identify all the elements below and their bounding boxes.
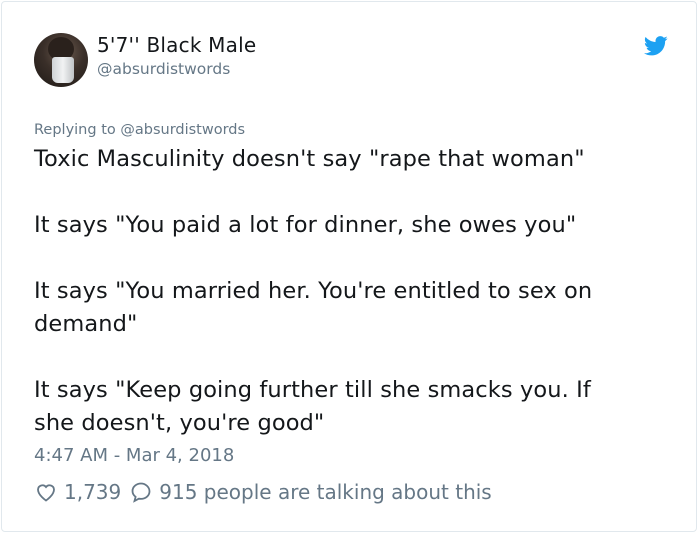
talking-about-link[interactable]: 915 people are talking about this bbox=[159, 480, 491, 504]
tweet-text-line: Toxic Masculinity doesn't say "rape that… bbox=[34, 146, 585, 172]
tweet-card: 5'7'' Black Male @absurdistwords Replyin… bbox=[1, 1, 697, 532]
twitter-bird-icon[interactable] bbox=[644, 36, 668, 56]
like-count[interactable]: 1,739 bbox=[64, 480, 121, 504]
replying-to[interactable]: Replying to @absurdistwords bbox=[34, 122, 245, 138]
tweet-text-line: demand" bbox=[34, 311, 138, 337]
heart-icon[interactable] bbox=[34, 480, 58, 504]
tweet-text-line: It says "You married her. You're entitle… bbox=[34, 278, 593, 304]
avatar[interactable] bbox=[34, 33, 88, 87]
display-name[interactable]: 5'7'' Black Male bbox=[97, 33, 256, 57]
user-handle[interactable]: @absurdistwords bbox=[97, 60, 230, 78]
comment-bubble-icon[interactable] bbox=[129, 480, 153, 504]
tweet-text-line: It says "You paid a lot for dinner, she … bbox=[34, 212, 577, 238]
avatar-mug bbox=[52, 57, 74, 83]
tweet-actions: 1,739 915 people are talking about this bbox=[34, 480, 492, 504]
tweet-timestamp[interactable]: 4:47 AM - Mar 4, 2018 bbox=[34, 445, 234, 466]
tweet-text-line: she doesn't, you're good" bbox=[34, 410, 325, 436]
tweet-text-line: It says "Keep going further till she sma… bbox=[34, 377, 591, 403]
